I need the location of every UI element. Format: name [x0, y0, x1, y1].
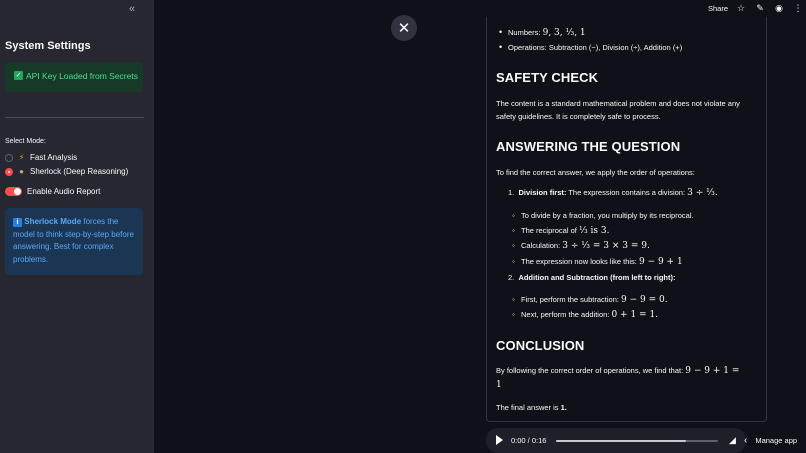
share-button[interactable]: Share [708, 4, 728, 13]
sidebar-title: System Settings [5, 40, 91, 52]
audio-progress-bar[interactable] [556, 440, 718, 442]
double-chevron-left-icon[interactable]: « [129, 3, 141, 15]
step-1-math: 3 ÷ ⅓. [687, 188, 718, 198]
step-1-title: Division first: [518, 188, 567, 197]
star-icon[interactable]: ☆ [736, 3, 746, 14]
volume-icon[interactable]: ◢ [729, 435, 736, 446]
final-answer-value: 1. [560, 403, 567, 412]
audio-report-toggle-row[interactable]: Enable Audio Report [5, 187, 100, 196]
api-status-text: API Key Loaded from Secrets [26, 71, 138, 81]
sub-item-text: First, perform the subtraction: [521, 295, 622, 304]
toggle-label: Enable Audio Report [27, 187, 101, 196]
info-icon: i [13, 218, 22, 227]
github-icon[interactable]: ◉ [774, 3, 784, 14]
conclusion-text: By following the correct order of operat… [496, 366, 686, 375]
step-2: 2. Addition and Subtraction (from left t… [508, 273, 676, 282]
audio-report-toggle[interactable] [5, 187, 22, 196]
sub-item-text: The reciprocal of [521, 226, 579, 235]
sherlock-info-alert: i Sherlock Mode forces the model to thin… [5, 208, 143, 275]
play-icon[interactable] [496, 435, 503, 445]
edit-icon[interactable]: ✎ [755, 3, 765, 14]
step-2-title: Addition and Subtraction (from left to r… [518, 273, 676, 282]
chevron-left-icon: ‹ [744, 434, 748, 446]
list-item: Numbers: 9, 3, ⅓, 1 [499, 27, 586, 38]
step-1-text: The expression contains a division: [566, 188, 688, 197]
audio-time: 0:00 / 0:16 [511, 436, 547, 445]
sub-list-item: Calculation: 3 ÷ ⅓ = 3 × 3 = 9. [512, 241, 650, 251]
step-1: 1. Division first: The expression contai… [508, 188, 718, 198]
final-answer: The final answer is 1. [496, 401, 760, 414]
sub-list-item: First, perform the subtraction: 9 − 9 = … [512, 295, 668, 305]
manage-app-label: Manage app [755, 435, 798, 445]
audio-player: 0:00 / 0:16 ◢ [486, 428, 746, 453]
sub-item-math: ⅓ is 3. [578, 226, 610, 236]
radio-button[interactable] [5, 167, 13, 176]
sub-list-item: To divide by a fraction, you multiply by… [512, 211, 694, 220]
heading-answering: ANSWERING THE QUESTION [496, 139, 681, 154]
radio-sherlock[interactable]: ● Sherlock (Deep Reasoning) [5, 167, 128, 176]
sub-item-text: Next, perform the addition: [521, 310, 612, 319]
conclusion-paragraph: By following the correct order of operat… [496, 364, 760, 392]
sub-item-text: To divide by a fraction, you multiply by… [521, 211, 694, 220]
conclusion-math: 9 − 9 + 1 = [685, 366, 740, 376]
safety-paragraph: The content is a standard mathematical p… [496, 99, 740, 121]
radio-label: Sherlock (Deep Reasoning) [30, 167, 129, 176]
sub-list-item: Next, perform the addition: 0 + 1 = 1. [512, 310, 659, 320]
check-icon: ✓ [14, 71, 23, 80]
sub-item-text: Calculation: [521, 241, 563, 250]
response-card: Numbers: 9, 3, ⅓, 1 Operations: Subtract… [486, 17, 767, 422]
sidebar-divider [5, 117, 144, 118]
mode-label: Select Mode: [5, 138, 46, 145]
radio-label: Fast Analysis [30, 153, 78, 162]
sub-list-item: The reciprocal of ⅓ is 3. [512, 226, 610, 236]
list-item-text: Operations: Subtraction (−), Division (÷… [508, 43, 683, 52]
audio-progress-fill [556, 440, 686, 442]
answer-intro: To find the correct answer, we apply the… [496, 168, 695, 177]
sub-item-math: 9 − 9 = 0. [621, 295, 668, 305]
list-item-math: 9, 3, ⅓, 1 [542, 28, 586, 38]
close-icon: ✕ [397, 20, 411, 37]
lightning-icon: ⚡ [18, 153, 25, 162]
radio-fast-analysis[interactable]: ⚡ Fast Analysis [5, 153, 77, 162]
detective-icon: ● [19, 167, 24, 176]
heading-safety-check: SAFETY CHECK [496, 70, 599, 85]
sub-item-math: 0 + 1 = 1. [611, 310, 659, 320]
sub-item-math: 3 ÷ ⅓ = 3 × 3 = 9. [562, 241, 650, 251]
sub-item-math: 9 − 9 + 1 [638, 257, 683, 267]
final-answer-text: The final answer is [496, 403, 561, 412]
list-item-text: Numbers: [508, 28, 543, 37]
radio-button[interactable] [5, 153, 13, 162]
manage-app-button[interactable]: ‹ Manage app [744, 432, 797, 448]
info-bold: Sherlock Mode [24, 217, 82, 226]
list-item: Operations: Subtraction (−), Division (÷… [499, 42, 683, 52]
sub-item-text: The expression now looks like this: [521, 257, 639, 266]
close-button[interactable]: ✕ [391, 15, 417, 41]
sub-list-item: The expression now looks like this: 9 − … [512, 257, 683, 267]
more-icon[interactable]: ⋮ [793, 3, 803, 14]
conclusion-math-result: 1 [496, 380, 502, 390]
heading-conclusion: CONCLUSION [496, 338, 585, 353]
sidebar: « System Settings ✓ API Key Loaded from … [0, 0, 154, 453]
api-key-status-alert: ✓ API Key Loaded from Secrets [5, 62, 143, 92]
